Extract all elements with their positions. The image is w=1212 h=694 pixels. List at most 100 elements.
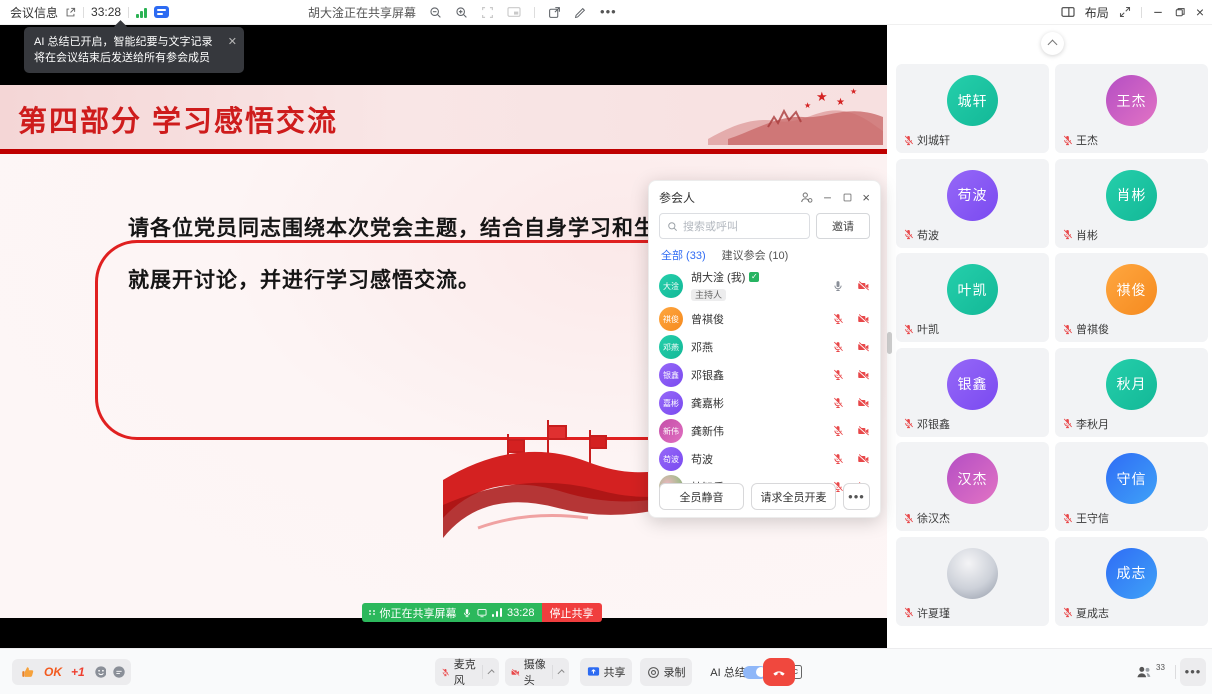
thumbs-up-icon[interactable] xyxy=(21,665,35,679)
participant-name: 夏成志 xyxy=(1076,605,1109,621)
popout-icon[interactable] xyxy=(548,6,561,19)
drag-handle-icon[interactable] xyxy=(369,610,375,616)
share-screen-button[interactable]: 共享 xyxy=(580,658,632,686)
tab-all-participants[interactable]: 全部 (33) xyxy=(661,247,706,263)
tooltip-close-icon[interactable]: ✕ xyxy=(228,34,237,50)
tab-suggested-participants[interactable]: 建议参会 (10) xyxy=(722,247,789,263)
mic-button[interactable]: 麦克风 xyxy=(435,658,499,686)
mic-options-chevron[interactable] xyxy=(487,669,494,676)
slide-title: 第四部分 学习感悟交流 xyxy=(18,98,338,140)
participant-settings-icon[interactable] xyxy=(800,191,813,204)
video-tile[interactable]: 秋月 李秋月 xyxy=(1055,348,1208,437)
share-meeting-icon[interactable] xyxy=(65,7,76,18)
video-tile[interactable]: 苟波 苟波 xyxy=(896,159,1049,248)
avatar: 邓燕 xyxy=(659,335,683,359)
stop-sharing-button[interactable]: 停止共享 xyxy=(542,603,602,622)
panel-more-button[interactable]: ••• xyxy=(843,483,870,510)
panel-minimize-icon[interactable] xyxy=(822,192,833,203)
annotate-pen-icon[interactable] xyxy=(574,6,587,19)
mic-muted-icon[interactable] xyxy=(832,397,844,409)
layout-icon[interactable] xyxy=(1061,6,1075,18)
camera-options-chevron[interactable] xyxy=(557,669,564,676)
participant-row[interactable]: 大淦 胡大淦 (我)✓ 主持人 xyxy=(649,267,880,305)
host-badge-icon: ✓ xyxy=(749,272,759,282)
invite-button[interactable]: 邀请 xyxy=(816,213,870,239)
video-tile[interactable]: 汉杰 徐汉杰 xyxy=(896,442,1049,531)
network-signal-icon[interactable] xyxy=(136,7,147,18)
slide-header-band: 第四部分 学习感悟交流 ★ ★ ★ ★ xyxy=(0,85,887,149)
video-tile[interactable]: 城轩 刘城轩 xyxy=(896,64,1049,153)
camera-muted-icon[interactable] xyxy=(857,397,870,409)
record-button[interactable]: 录制 xyxy=(640,658,692,686)
toolbar-more-button[interactable]: ••• xyxy=(1180,658,1206,686)
camera-muted-icon[interactable] xyxy=(857,425,870,437)
sharing-control-bar: 你正在共享屏幕 33:28 停止共享 xyxy=(362,603,602,622)
search-placeholder: 搜索或呼叫 xyxy=(683,218,738,234)
mic-muted-icon[interactable] xyxy=(832,313,844,325)
fullscreen-icon[interactable] xyxy=(1119,6,1131,18)
participant-name: 龚新伟 xyxy=(691,423,724,439)
mic-icon[interactable] xyxy=(462,608,472,618)
camera-button[interactable]: 摄像头 xyxy=(505,658,569,686)
scrollbar-thumb[interactable] xyxy=(887,332,892,354)
avatar: 肖彬 xyxy=(1106,170,1157,221)
collapse-sidebar-button[interactable] xyxy=(1041,32,1064,55)
camera-label: 摄像头 xyxy=(524,656,546,688)
minimize-button[interactable] xyxy=(1152,6,1164,18)
video-tile[interactable]: 银鑫 邓银鑫 xyxy=(896,348,1049,437)
mic-muted-icon[interactable] xyxy=(832,369,844,381)
ai-summary-tooltip: AI 总结已开启，智能纪要与文字记录将在会议结束后发送给所有参会成员 ✕ xyxy=(24,27,244,73)
maximize-button[interactable] xyxy=(1174,6,1186,18)
mute-all-button[interactable]: 全员静音 xyxy=(659,483,744,510)
meeting-info-button[interactable]: 会议信息 xyxy=(10,4,58,21)
participant-row[interactable]: 嘉彬 龚嘉彬 xyxy=(649,389,880,417)
video-tile[interactable]: 许夏瑾 xyxy=(896,537,1049,626)
mic-muted-icon[interactable] xyxy=(832,425,844,437)
ai-summary-icon[interactable] xyxy=(154,6,169,18)
close-button[interactable]: × xyxy=(1196,0,1204,24)
participant-row[interactable]: 银鑫 邓银鑫 xyxy=(649,361,880,389)
participant-row[interactable]: 苟波 苟波 xyxy=(649,445,880,473)
participants-list: 大淦 胡大淦 (我)✓ 主持人 祺俊 曾祺俊 邓燕 邓燕 银鑫 邓银鑫 嘉彬 龚… xyxy=(649,265,880,501)
camera-muted-icon[interactable] xyxy=(857,453,870,465)
more-icon[interactable]: ••• xyxy=(600,7,617,17)
mic-muted-icon xyxy=(1062,324,1073,335)
camera-muted-icon[interactable] xyxy=(857,313,870,325)
video-tile[interactable]: 祺俊 曾祺俊 xyxy=(1055,253,1208,342)
video-tile[interactable]: 守信 王守信 xyxy=(1055,442,1208,531)
camera-muted-icon[interactable] xyxy=(857,280,870,292)
mic-muted-icon[interactable] xyxy=(832,341,844,353)
participant-row[interactable]: 新伟 龚新伟 xyxy=(649,417,880,445)
video-tile[interactable]: 肖彬 肖彬 xyxy=(1055,159,1208,248)
divider xyxy=(128,7,129,18)
unmute-all-button[interactable]: 请求全员开麦 xyxy=(751,483,836,510)
mic-muted-icon[interactable] xyxy=(832,453,844,465)
camera-muted-icon[interactable] xyxy=(857,369,870,381)
participant-row[interactable]: 祺俊 曾祺俊 xyxy=(649,305,880,333)
divider xyxy=(1141,7,1142,18)
search-input[interactable]: 搜索或呼叫 xyxy=(659,213,810,239)
mic-label: 麦克风 xyxy=(454,656,476,688)
reaction-plus-one[interactable]: +1 xyxy=(71,665,85,679)
panel-maximize-icon[interactable] xyxy=(842,192,853,203)
camera-muted-icon[interactable] xyxy=(857,341,870,353)
video-tile[interactable]: 叶凯 叶凯 xyxy=(896,253,1049,342)
host-tag: 主持人 xyxy=(691,289,726,301)
mic-on-icon[interactable] xyxy=(832,280,844,292)
zoom-in-icon[interactable] xyxy=(455,6,468,19)
hangup-button[interactable] xyxy=(763,658,795,686)
star-icon: ★ xyxy=(816,89,828,105)
signal-icon xyxy=(492,608,503,617)
sharing-status-text: 胡大淦正在共享屏幕 xyxy=(308,4,416,21)
layout-label[interactable]: 布局 xyxy=(1085,4,1109,21)
chat-button[interactable] xyxy=(106,659,131,685)
share-screen-icon xyxy=(587,666,600,678)
mic-muted-icon xyxy=(1062,229,1073,240)
reaction-ok[interactable]: OK xyxy=(44,665,62,679)
panel-close-icon[interactable]: × xyxy=(862,192,870,203)
screen-icon[interactable] xyxy=(477,608,487,618)
zoom-out-icon[interactable] xyxy=(429,6,442,19)
participant-row[interactable]: 邓燕 邓燕 xyxy=(649,333,880,361)
video-tile[interactable]: 成志 夏成志 xyxy=(1055,537,1208,626)
video-tile[interactable]: 王杰 王杰 xyxy=(1055,64,1208,153)
